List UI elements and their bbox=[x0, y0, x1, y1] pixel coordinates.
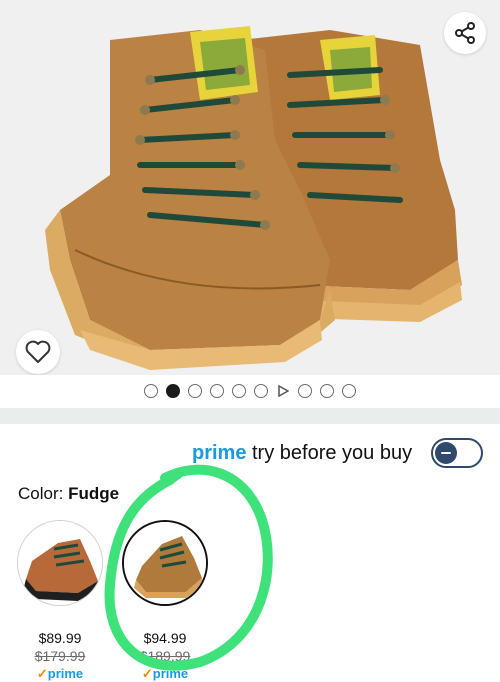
image-carousel-dots bbox=[0, 375, 500, 407]
carousel-dot[interactable] bbox=[254, 384, 268, 398]
carousel-dot[interactable] bbox=[342, 384, 356, 398]
color-selector-label: Color: Fudge bbox=[18, 484, 119, 504]
carousel-dot[interactable] bbox=[232, 384, 246, 398]
prime-badge: ✓prime bbox=[141, 666, 189, 681]
swatch-price: $94.99 bbox=[143, 630, 187, 646]
swatch-list-price: $179.99 bbox=[34, 648, 86, 664]
share-button[interactable] bbox=[444, 12, 486, 54]
prime-try-before-you-buy: prime try before you buy bbox=[0, 438, 500, 472]
swatch-list-price: $189.99 bbox=[139, 648, 191, 664]
selected-color-value: Fudge bbox=[68, 484, 120, 503]
carousel-dot[interactable] bbox=[210, 384, 224, 398]
product-image bbox=[45, 26, 462, 370]
favorite-button[interactable] bbox=[16, 330, 60, 374]
carousel-dot[interactable] bbox=[188, 384, 202, 398]
video-dot-play-icon[interactable] bbox=[276, 384, 290, 398]
prime-badge: ✓prime bbox=[36, 666, 84, 681]
share-icon bbox=[455, 22, 475, 44]
try-before-you-buy-label: try before you buy bbox=[252, 442, 413, 464]
color-swatch-option-selected[interactable]: $94.99 $189.99 ✓prime bbox=[120, 520, 210, 682]
toggle-knob bbox=[435, 442, 457, 464]
carousel-dot[interactable] bbox=[144, 384, 158, 398]
swatch-price: $89.99 bbox=[38, 630, 82, 646]
product-image-gallery[interactable] bbox=[0, 0, 500, 375]
swatch-thumbnail bbox=[122, 520, 208, 606]
section-divider bbox=[0, 408, 500, 424]
carousel-dot-active[interactable] bbox=[166, 384, 180, 398]
color-label: Color: bbox=[18, 484, 64, 503]
prime-logo-text: prime bbox=[192, 442, 247, 464]
color-swatch-option[interactable]: $89.99 $179.99 ✓prime bbox=[15, 520, 105, 682]
carousel-dot[interactable] bbox=[298, 384, 312, 398]
carousel-dot[interactable] bbox=[320, 384, 334, 398]
heart-icon bbox=[25, 340, 51, 363]
try-before-you-buy-toggle[interactable] bbox=[431, 438, 483, 468]
swatch-thumbnail bbox=[17, 520, 103, 606]
